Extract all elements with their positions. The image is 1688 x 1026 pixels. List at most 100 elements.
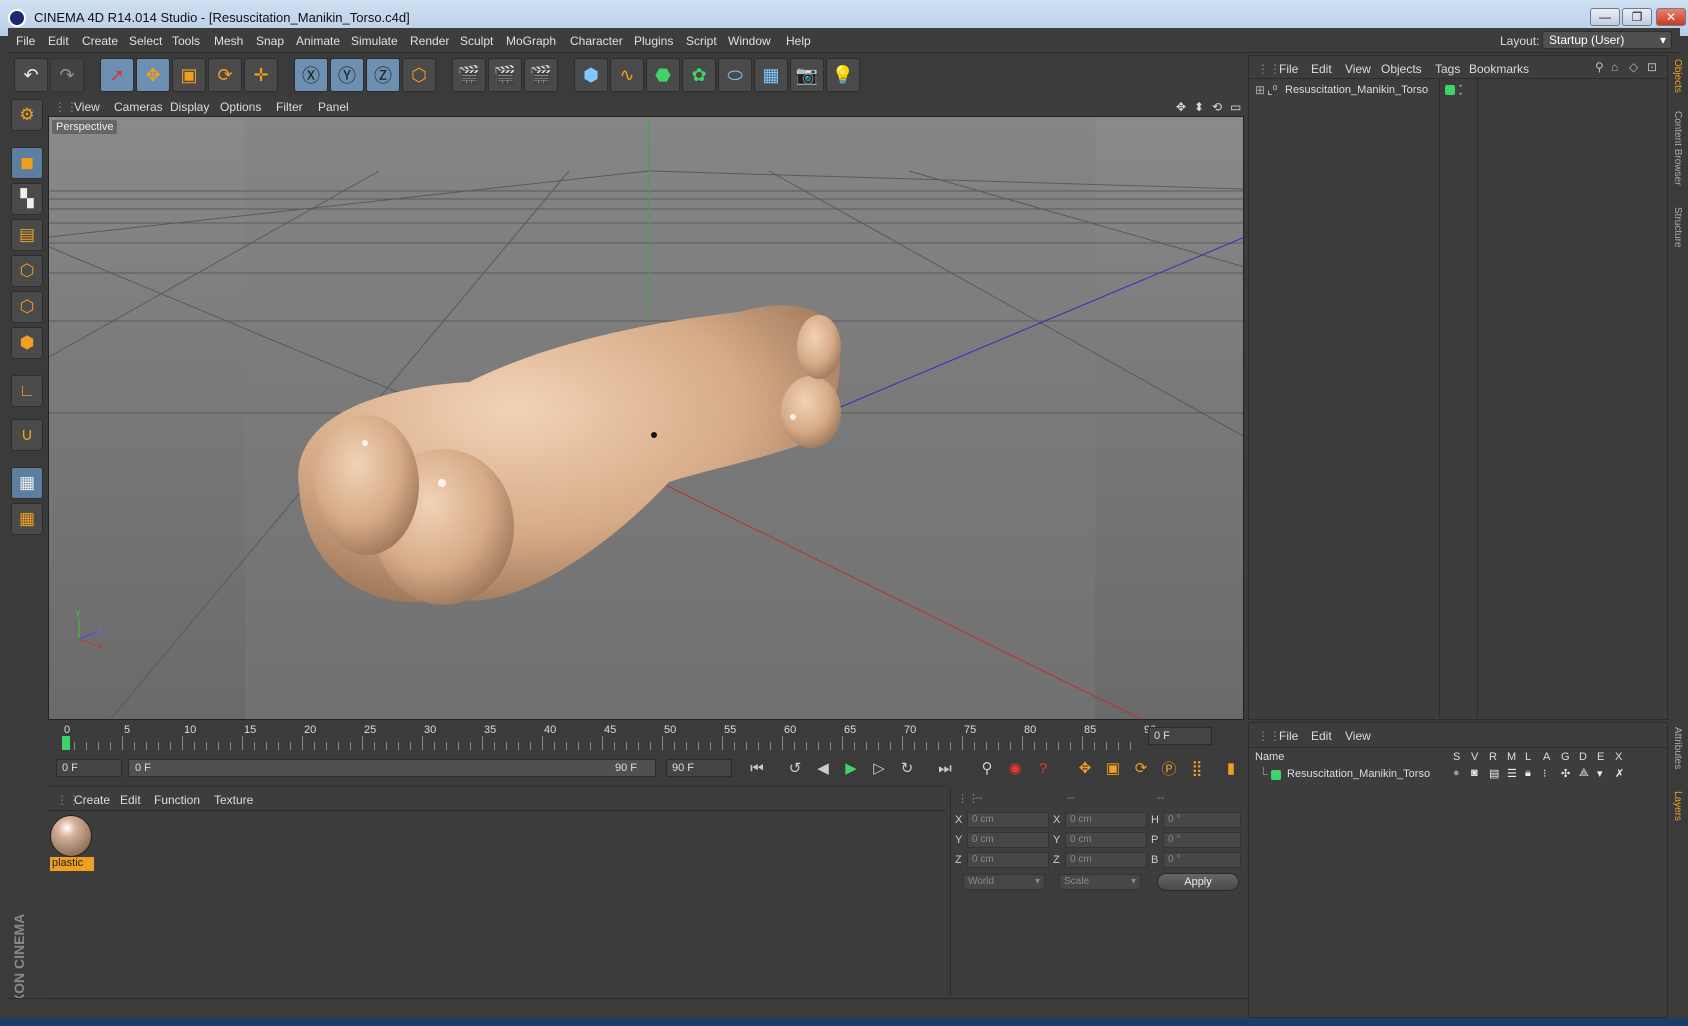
record-active-objects-button[interactable]: ⚲ (974, 755, 1000, 781)
play-button[interactable]: ▶ (838, 755, 864, 781)
y-axis-lock-button[interactable]: Ⓨ (330, 58, 364, 92)
current-frame-field[interactable]: 0 F (1148, 727, 1212, 745)
maximize-button[interactable]: ❐ (1622, 8, 1652, 26)
pos-x-field[interactable]: 0 cm (967, 812, 1049, 828)
maximize-view-icon[interactable]: ▭ (1230, 100, 1241, 114)
menu-tools[interactable]: Tools (172, 34, 200, 48)
spline-pen-button[interactable]: ∿ (610, 58, 644, 92)
pos-y-field[interactable]: 0 cm (967, 832, 1049, 848)
dolly-icon[interactable]: ⬍ (1194, 100, 1204, 114)
array-object-button[interactable]: ✿ (682, 58, 716, 92)
obj-menu-tags[interactable]: Tags (1435, 62, 1460, 76)
size-y-field[interactable]: 0 cm (1065, 832, 1147, 848)
live-selection-button[interactable]: ➚ (100, 58, 134, 92)
menu-simulate[interactable]: Simulate (351, 34, 398, 48)
generator-toggle-icon[interactable]: ✣ (1561, 767, 1570, 780)
rotate-tool-button[interactable]: ⟳ (208, 58, 242, 92)
floor-object-button[interactable]: ▦ (754, 58, 788, 92)
cube-object-button[interactable]: ⬢ (574, 58, 608, 92)
material-menu-edit[interactable]: Edit (120, 793, 141, 807)
layer-row[interactable]: └ Resuscitation_Manikin_Torso ● ◙ ▤ ☰ 🔒︎… (1253, 767, 1663, 783)
xref-toggle-icon[interactable]: ✗ (1615, 767, 1624, 780)
x-axis-lock-button[interactable]: Ⓧ (294, 58, 328, 92)
viewport-menu-view[interactable]: View (74, 100, 100, 114)
menu-mesh[interactable]: Mesh (214, 34, 243, 48)
move-tool-button[interactable]: ✥ (136, 58, 170, 92)
pos-z-field[interactable]: 0 cm (967, 852, 1049, 868)
z-axis-lock-button[interactable]: Ⓩ (366, 58, 400, 92)
menu-animate[interactable]: Animate (296, 34, 340, 48)
home-icon[interactable]: ⌂ (1611, 60, 1618, 74)
render-picture-viewer-button[interactable]: 🎬 (488, 58, 522, 92)
search-icon[interactable]: ⚲ (1595, 60, 1604, 74)
visibility-dots-icon[interactable]: • • (1459, 82, 1462, 99)
rot-p-field[interactable]: 0 ° (1163, 832, 1241, 848)
column-deformers[interactable]: D (1579, 751, 1587, 763)
record-pla-button[interactable]: ⣿ (1184, 755, 1210, 781)
render-toggle-icon[interactable]: ▤ (1489, 767, 1499, 780)
tab-structure[interactable]: Structure (1672, 207, 1683, 248)
previous-frame-button[interactable]: ◀ (810, 755, 836, 781)
column-locked[interactable]: L (1525, 751, 1531, 763)
redo-button[interactable]: ↷ (50, 58, 84, 92)
layer-menu-file[interactable]: File (1279, 729, 1298, 743)
material-menu-create[interactable]: Create (74, 793, 110, 807)
apply-button[interactable]: Apply (1157, 873, 1239, 891)
coordinate-system-button[interactable]: ⬡ (402, 58, 436, 92)
record-position-button[interactable]: ✥ (1072, 755, 1098, 781)
minimize-button[interactable]: — (1590, 8, 1620, 26)
next-frame-button[interactable]: ▷ (866, 755, 892, 781)
menu-mograph[interactable]: MoGraph (506, 34, 556, 48)
eye-icon[interactable]: ◙ (1471, 767, 1478, 779)
expand-icon[interactable]: ◇ (1629, 60, 1638, 74)
edges-mode-button[interactable]: ⬡ (11, 291, 43, 323)
layout-dropdown[interactable]: Startup (User) ▾ (1542, 31, 1672, 49)
obj-menu-file[interactable]: File (1279, 62, 1298, 76)
menu-file[interactable]: File (16, 34, 35, 48)
menu-sculpt[interactable]: Sculpt (460, 34, 493, 48)
record-scale-button[interactable]: ▣ (1100, 755, 1126, 781)
menu-create[interactable]: Create (82, 34, 118, 48)
keyframe-selection-button[interactable]: ? (1030, 755, 1056, 781)
viewport-menu-filter[interactable]: Filter (276, 100, 303, 114)
close-button[interactable]: ✕ (1656, 8, 1686, 26)
size-z-field[interactable]: 0 cm (1065, 852, 1147, 868)
column-name[interactable]: Name (1255, 751, 1284, 763)
menu-select[interactable]: Select (129, 34, 162, 48)
workplane-mode-button[interactable]: ▤ (11, 219, 43, 251)
previous-key-button[interactable]: ↺ (782, 755, 808, 781)
tab-content-browser[interactable]: Content Browser (1672, 111, 1683, 185)
undo-button[interactable]: ↶ (14, 58, 48, 92)
pan-icon[interactable]: ✥ (1176, 100, 1186, 114)
next-key-button[interactable]: ↻ (894, 755, 920, 781)
render-view-button[interactable]: 🎬 (452, 58, 486, 92)
solo-toggle-icon[interactable]: ● (1453, 767, 1460, 779)
model-mode-button[interactable]: ◼ (11, 147, 43, 179)
menu-character[interactable]: Character (570, 34, 623, 48)
menu-help[interactable]: Help (786, 34, 811, 48)
planar-workplane-button[interactable]: ▦ (11, 503, 43, 535)
manager-toggle-icon[interactable]: ☰ (1507, 767, 1517, 780)
locked-workplane-button[interactable]: ▦ (11, 467, 43, 499)
rot-b-field[interactable]: 0 ° (1163, 852, 1241, 868)
go-to-end-button[interactable]: ⏭ (932, 755, 958, 781)
points-mode-button[interactable]: ⬡ (11, 255, 43, 287)
recent-tool-button[interactable]: ✛ (244, 58, 278, 92)
animation-toggle-icon[interactable]: ⁝ (1543, 767, 1547, 780)
light-object-button[interactable]: 💡 (826, 58, 860, 92)
enable-axis-button[interactable]: ∟ (11, 375, 43, 407)
record-parameter-button[interactable]: Ⓟ (1156, 755, 1182, 781)
camera-object-button[interactable]: 📷 (790, 58, 824, 92)
scale-tool-button[interactable]: ▣ (172, 58, 206, 92)
texture-mode-button[interactable]: ▚ (11, 183, 43, 215)
snap-button[interactable]: ∪ (11, 419, 43, 451)
menu-window[interactable]: Window (728, 34, 771, 48)
go-to-start-button[interactable]: ⏮ (744, 755, 770, 781)
viewport-menu-display[interactable]: Display (170, 100, 209, 114)
menu-edit[interactable]: Edit (48, 34, 69, 48)
material-menu-function[interactable]: Function (154, 793, 200, 807)
orbit-icon[interactable]: ⟲ (1212, 100, 1222, 114)
perspective-viewport[interactable]: Y Z X Perspective (48, 116, 1244, 720)
bend-deformer-button[interactable]: ⬭ (718, 58, 752, 92)
column-view[interactable]: V (1471, 751, 1478, 763)
